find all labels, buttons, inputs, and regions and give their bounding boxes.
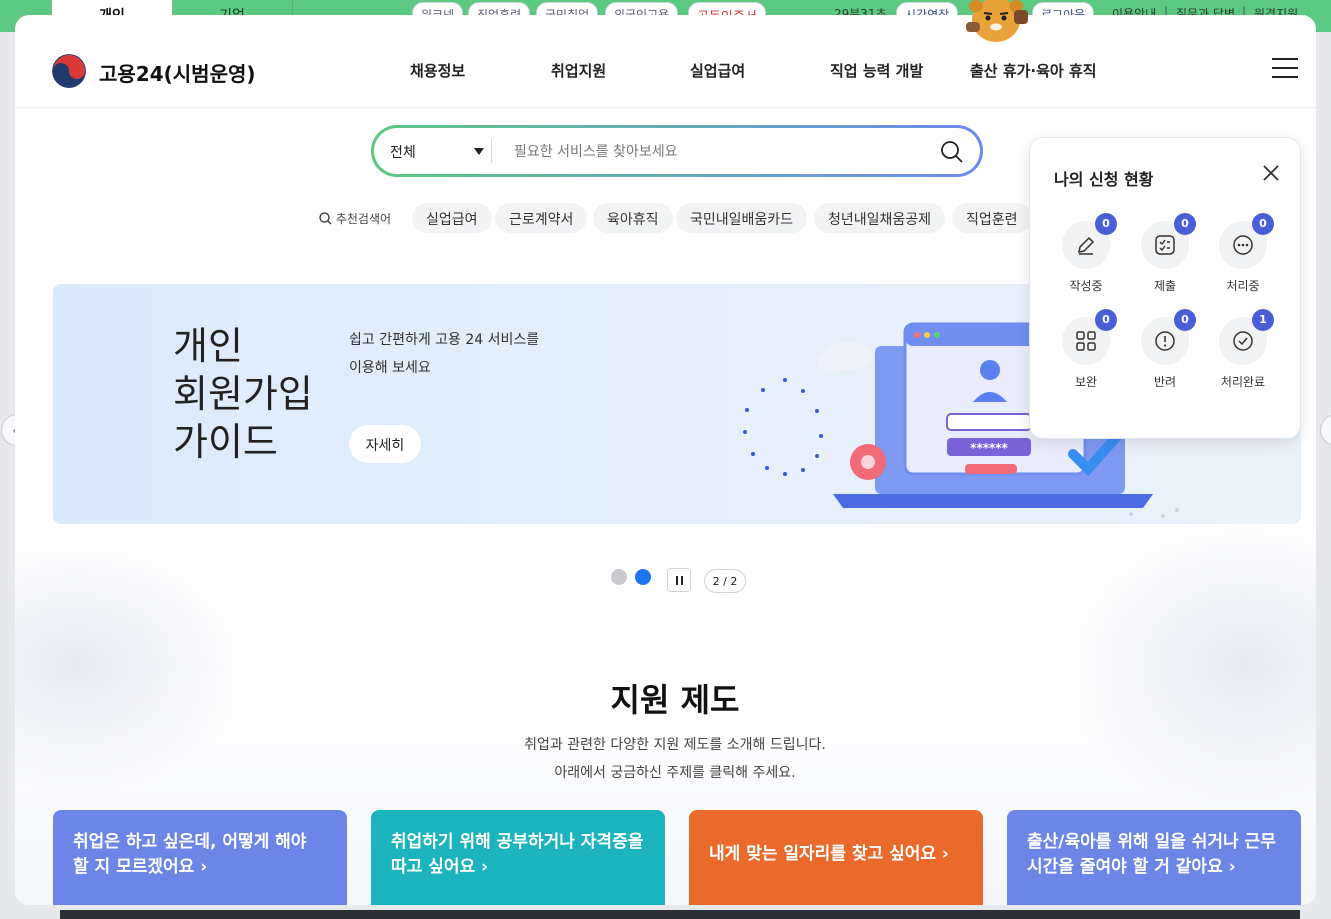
status-count-badge: 0: [1252, 213, 1274, 235]
banner-title-line: 회원가입: [173, 372, 313, 416]
status-completed[interactable]: 1 처리완료: [1208, 309, 1278, 397]
character-mascot-icon: [962, 0, 1030, 44]
nav-maternity-parental-leave[interactable]: 출산 휴가·육아 휴직: [970, 60, 1097, 81]
check-circle-icon: [1233, 331, 1253, 351]
recommended-keyword[interactable]: 국민내일배움카드: [676, 203, 808, 233]
nav-unemployment-benefit[interactable]: 실업급여: [690, 60, 745, 81]
password-mask: ******: [970, 441, 1008, 455]
ellipsis-icon: [1233, 235, 1253, 255]
status-count-badge: 0: [1174, 309, 1196, 331]
pencil-icon: [1078, 236, 1095, 255]
banner-detail-button[interactable]: 자세히: [349, 425, 421, 463]
status-label: 제출: [1153, 279, 1177, 293]
panel-title: 나의 신청 현황: [1054, 170, 1154, 189]
status-count-badge: 0: [1095, 213, 1117, 235]
recommended-keyword[interactable]: 육아휴직: [593, 203, 673, 233]
exclamation-icon: [1155, 331, 1175, 351]
pause-icon: [676, 576, 678, 585]
search-icon[interactable]: [940, 140, 964, 164]
status-label: 보완: [1074, 375, 1098, 389]
banner-description: 쉽고 간편하게 고용 24 서비스를 이용해 보세요: [349, 326, 559, 382]
hamburger-menu-icon[interactable]: [1272, 58, 1298, 80]
search-input[interactable]: [514, 140, 934, 164]
checklist-icon: [1155, 235, 1175, 255]
search-category-select[interactable]: 전체: [390, 142, 416, 162]
bottom-strip: [60, 910, 1300, 919]
taegeuk-logo-icon[interactable]: [52, 54, 86, 88]
nav-employment-support[interactable]: 취업지원: [551, 60, 606, 81]
recommended-keyword[interactable]: 실업급여: [412, 203, 492, 233]
site-header: 고용24(시범운영) 채용정보 취업지원 실업급여 직업 능력 개발 출산 휴가…: [15, 33, 1316, 108]
next-arrow-button[interactable]: [1320, 414, 1331, 446]
banner-title-line: 가이드: [173, 420, 278, 464]
support-card-find-job[interactable]: 내게 맞는 일자리를 찾고 싶어요 ›: [689, 810, 983, 905]
status-count-badge: 0: [1174, 213, 1196, 235]
status-rejected[interactable]: 0 반려: [1130, 309, 1200, 397]
status-writing[interactable]: 0 작성중: [1051, 213, 1121, 301]
divider: [491, 139, 492, 163]
application-status-panel: 나의 신청 현황 0 작성중 0 제출 0 처리중 0 보완 0 반려 1 처리…: [1029, 137, 1301, 439]
section-title: 지원 제도: [610, 681, 740, 719]
grid-icon: [1076, 331, 1096, 351]
support-card-parental-leave[interactable]: 출산/육아를 위해 일을 쉬거나 근무 시간을 줄여야 할 거 같아요 ›: [1007, 810, 1301, 905]
search-icon: [319, 212, 332, 225]
support-card-job-guidance[interactable]: 취업은 하고 싶은데, 어떻게 해야 할 지 모르겠어요 ›: [53, 810, 347, 905]
section-desc-line: 아래에서 궁금하신 주제를 클릭해 주세요.: [554, 765, 796, 781]
dropdown-arrow-icon[interactable]: [474, 148, 484, 155]
status-count-badge: 1: [1252, 309, 1274, 331]
brand-name[interactable]: 고용24(시범운영): [99, 58, 256, 87]
recommended-keyword[interactable]: 직업훈련: [952, 203, 1032, 233]
recommended-label-text: 추천검색어: [335, 212, 392, 226]
nav-vocational-training[interactable]: 직업 능력 개발: [830, 60, 923, 81]
status-supplement[interactable]: 0 보완: [1051, 309, 1121, 397]
status-label: 처리중: [1226, 279, 1260, 293]
status-submitted[interactable]: 0 제출: [1130, 213, 1200, 301]
support-card-study-certificate[interactable]: 취업하기 위해 공부하거나 자격증을 따고 싶어요 ›: [371, 810, 665, 905]
status-label: 처리완료: [1220, 375, 1266, 389]
status-count-badge: 0: [1095, 309, 1117, 331]
nav-job-info[interactable]: 채용정보: [410, 60, 465, 81]
recommended-keyword[interactable]: 청년내일채움공제: [814, 203, 946, 233]
carousel-dot-2-active[interactable]: [635, 569, 651, 585]
search-bar: 전체: [371, 125, 983, 177]
banner-desc-line: 쉽고 간편하게 고용 24 서비스를: [349, 332, 540, 348]
status-label: 반려: [1153, 375, 1177, 389]
recommended-label: 추천검색어: [319, 210, 391, 227]
slide-page-indicator: 2 / 2: [704, 569, 746, 593]
pause-icon: [681, 576, 683, 585]
carousel-dot-1[interactable]: [611, 569, 627, 585]
banner-title-line: 개인: [173, 324, 243, 368]
status-label: 작성중: [1069, 279, 1103, 293]
banner-title: 개인 회원가입 가이드: [173, 322, 313, 466]
close-icon[interactable]: [1262, 164, 1280, 182]
status-processing[interactable]: 0 처리중: [1208, 213, 1278, 301]
recommended-keyword[interactable]: 근로계약서: [495, 203, 588, 233]
pause-button[interactable]: [667, 568, 691, 592]
banner-desc-line: 이용해 보세요: [349, 360, 431, 376]
section-desc-line: 취업과 관련한 다양한 지원 제도를 소개해 드립니다.: [524, 737, 826, 753]
